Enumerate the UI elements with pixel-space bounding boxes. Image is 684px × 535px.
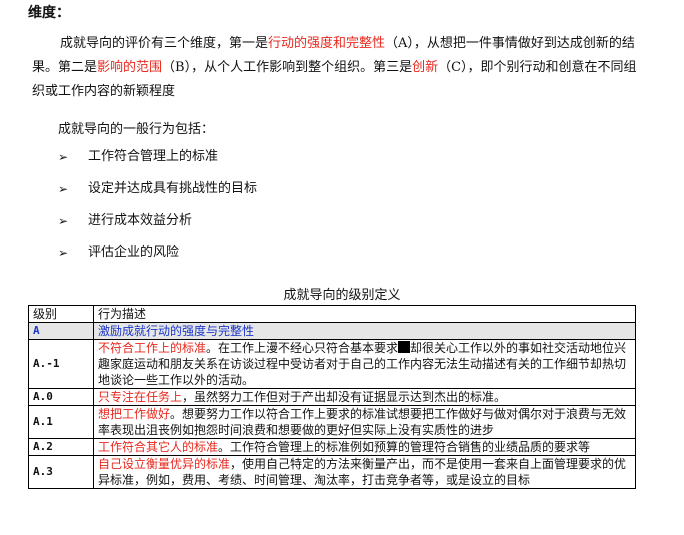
table-title: 成就导向的级别定义	[283, 288, 401, 303]
list-item: ➢ 进行成本效益分析	[58, 210, 257, 242]
redaction-block	[398, 341, 411, 353]
level-definition-table: 级别 行为描述 A 激励成就行动的强度与完整性 A.-1 不符合工作上的标准。在…	[28, 305, 636, 489]
table-row: A.3 自己设立衡量优异的标准，使用自己特定的方法来衡量产出，而不是使用一套来自…	[28, 455, 636, 489]
highlight-innovation: 创新	[412, 60, 439, 75]
arrow-bullet-icon: ➢	[58, 214, 69, 228]
table-header-row: 级别 行为描述	[28, 305, 636, 323]
arrow-bullet-icon: ➢	[58, 246, 69, 260]
dimensions-paragraph: 成就导向的评价有三个维度，第一是行动的强度和完整性（A），从想把一件事情做好到达…	[32, 36, 637, 99]
list-item: ➢ 设定并达成具有挑战性的目标	[58, 178, 257, 210]
list-item: ➢ 评估企业的风险	[58, 242, 257, 274]
table-row: A.-1 不符合工作上的标准。在工作上漫不经心只符合基本要求 却很关心工作以外的事…	[28, 339, 636, 389]
list-item: ➢ 工作符合管理上的标准	[58, 146, 257, 178]
behaviors-intro: 成就导向的一般行为包括：	[58, 122, 215, 137]
table-row: A.2 工作符合其它人的标准。工作符合管理上的标准例如预算的管理符合销售的业绩品…	[28, 438, 636, 456]
table-row: A.1 想把工作做好。想要努力工作以符合工作上要求的标准试想要把工作做好与做对偶…	[28, 405, 636, 439]
behavior-list: ➢ 工作符合管理上的标准 ➢ 设定并达成具有挑战性的目标 ➢ 进行成本效益分析 ➢ 评估…	[58, 146, 257, 274]
arrow-bullet-icon: ➢	[58, 150, 69, 164]
header-description: 行为描述	[93, 305, 636, 323]
arrow-bullet-icon: ➢	[58, 182, 69, 196]
section-heading: 维度：	[28, 5, 70, 21]
highlight-intensity: 行动的强度和完整性	[268, 36, 386, 51]
table-row: A.0 只专注在任务上，虽然努力工作但对于产出却没有证据显示达到杰出的标准。	[28, 388, 636, 406]
table-row: A 激励成就行动的强度与完整性	[28, 322, 636, 340]
header-level: 级别	[28, 305, 94, 323]
highlight-scope: 影响的范围	[97, 60, 163, 75]
